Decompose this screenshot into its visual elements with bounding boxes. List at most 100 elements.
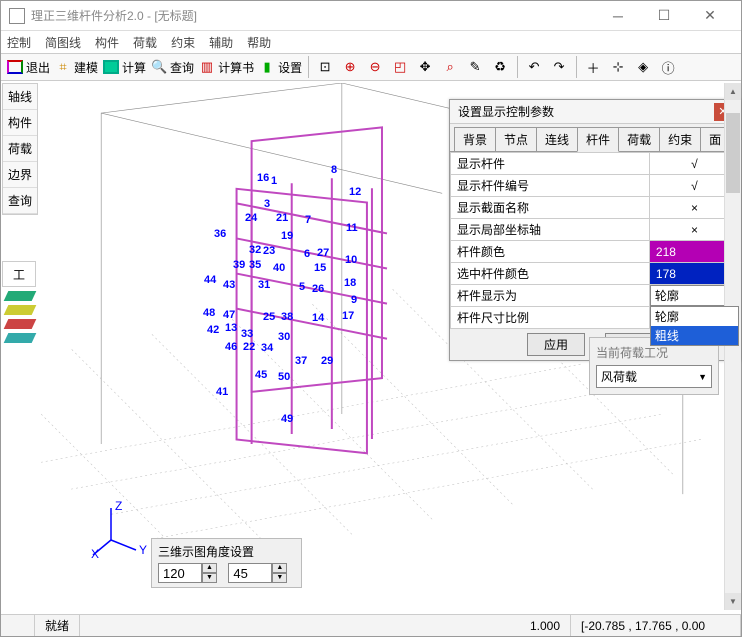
angle-a-spinner[interactable]: ▲▼ bbox=[158, 563, 217, 583]
apply-button[interactable]: 应用 bbox=[527, 333, 585, 356]
settings-button[interactable]: ▮设置 bbox=[256, 55, 303, 79]
display-settings-panel: 设置显示控制参数 ✕ 背景 节点 连线 杆件 荷载 约束 面 显示杆件√ 显示杆… bbox=[449, 99, 741, 361]
exit-button[interactable]: 退出 bbox=[4, 55, 51, 79]
shape-green-icon[interactable] bbox=[4, 291, 37, 301]
shape-red-icon[interactable] bbox=[4, 319, 37, 329]
zoom-in-icon[interactable]: ⊕ bbox=[338, 55, 362, 79]
calc-button[interactable]: 计算 bbox=[100, 55, 147, 79]
node-label: 41 bbox=[216, 386, 228, 398]
node-label: 19 bbox=[281, 230, 293, 242]
status-bar: 就绪 1.000 [-20.785 , 17.765 , 0.00 bbox=[1, 614, 741, 636]
node-label: 34 bbox=[261, 342, 273, 354]
shape-yellow-icon[interactable] bbox=[4, 305, 37, 315]
tab-node[interactable]: 节点 bbox=[495, 127, 537, 151]
node-label: 40 bbox=[273, 262, 285, 274]
maximize-button[interactable]: ☐ bbox=[641, 2, 687, 30]
scroll-down-icon[interactable]: ▼ bbox=[725, 593, 741, 610]
zoom-fit-icon[interactable]: ⌕ bbox=[438, 55, 462, 79]
node-label: 10 bbox=[345, 254, 357, 266]
app-icon bbox=[9, 8, 25, 24]
menu-constraint[interactable]: 约束 bbox=[171, 34, 195, 51]
angle-b-input[interactable] bbox=[228, 563, 272, 583]
scroll-thumb[interactable] bbox=[726, 113, 740, 193]
pan-icon[interactable]: ✥ bbox=[413, 55, 437, 79]
node-label: 47 bbox=[223, 309, 235, 321]
view-icon[interactable]: ◈ bbox=[631, 55, 655, 79]
node-label: 48 bbox=[203, 307, 215, 319]
shape-teal-icon[interactable] bbox=[4, 333, 37, 343]
info-icon[interactable]: ⓘ bbox=[656, 55, 680, 79]
node-label: 24 bbox=[245, 212, 257, 224]
row-show-localaxis-label: 显示局部坐标轴 bbox=[451, 219, 650, 241]
menu-sketch[interactable]: 简图线 bbox=[45, 34, 81, 51]
menu-member[interactable]: 构件 bbox=[95, 34, 119, 51]
row-show-member-label: 显示杆件 bbox=[451, 153, 650, 175]
sidetab-member[interactable]: 构件 bbox=[3, 110, 37, 136]
dropdown-option-outline[interactable]: 轮廓 bbox=[651, 307, 738, 326]
query-button[interactable]: 🔍查询 bbox=[148, 55, 195, 79]
sidetab-axis[interactable]: 轴线 bbox=[3, 84, 37, 110]
tab-constraint[interactable]: 约束 bbox=[659, 127, 701, 151]
angle-b-spinner[interactable]: ▲▼ bbox=[228, 563, 287, 583]
spin-down-icon[interactable]: ▼ bbox=[272, 573, 287, 583]
zoom-window-icon[interactable]: ◰ bbox=[388, 55, 412, 79]
node-label: 32 bbox=[249, 244, 261, 256]
status-coords: [-20.785 , 17.765 , 0.00 bbox=[571, 615, 741, 636]
section-i-icon[interactable]: 工 bbox=[2, 261, 36, 287]
tab-line[interactable]: 连线 bbox=[536, 127, 578, 151]
node-label: 3 bbox=[264, 198, 270, 210]
loadcase-label: 当前荷载工况 bbox=[596, 344, 712, 361]
row-member-color-label: 杆件颜色 bbox=[451, 241, 650, 263]
node-label: 42 bbox=[207, 324, 219, 336]
node-label: 17 bbox=[342, 310, 354, 322]
zoom-extent-icon[interactable]: ⊡ bbox=[313, 55, 337, 79]
node-label: 36 bbox=[214, 228, 226, 240]
node-label: 6 bbox=[304, 248, 310, 260]
row-show-number-label: 显示杆件编号 bbox=[451, 175, 650, 197]
node-label: 11 bbox=[346, 222, 358, 234]
refresh-icon[interactable]: ♻ bbox=[488, 55, 512, 79]
node-label: 50 bbox=[278, 371, 290, 383]
undo-icon[interactable]: ↶ bbox=[522, 55, 546, 79]
menu-aux[interactable]: 辅助 bbox=[209, 34, 233, 51]
sidetab-load[interactable]: 荷载 bbox=[3, 136, 37, 162]
zoom-out-icon[interactable]: ⊖ bbox=[363, 55, 387, 79]
tab-background[interactable]: 背景 bbox=[454, 127, 496, 151]
tab-load[interactable]: 荷载 bbox=[618, 127, 660, 151]
node-label: 37 bbox=[295, 355, 307, 367]
node-label: 21 bbox=[276, 212, 288, 224]
node-label: 29 bbox=[321, 355, 333, 367]
menu-help[interactable]: 帮助 bbox=[247, 34, 271, 51]
loadcase-select[interactable]: 风荷载▼ bbox=[596, 365, 712, 388]
scroll-up-icon[interactable]: ▲ bbox=[725, 83, 741, 100]
menu-control[interactable]: 控制 bbox=[7, 34, 31, 51]
spin-down-icon[interactable]: ▼ bbox=[202, 573, 217, 583]
node-label: 7 bbox=[305, 214, 311, 226]
sidetab-boundary[interactable]: 边界 bbox=[3, 162, 37, 188]
redo-icon[interactable]: ↷ bbox=[547, 55, 571, 79]
vertical-scrollbar[interactable]: ▲ ▼ bbox=[724, 83, 741, 610]
snap-icon[interactable]: ⊹ bbox=[606, 55, 630, 79]
row-selected-color-label: 选中杆件颜色 bbox=[451, 263, 650, 285]
node-label: 22 bbox=[243, 341, 255, 353]
minimize-button[interactable]: ─ bbox=[595, 2, 641, 30]
row-show-section-label: 显示截面名称 bbox=[451, 197, 650, 219]
angle-label: 三维示图角度设置 bbox=[158, 543, 295, 560]
report-button[interactable]: ▥计算书 bbox=[196, 55, 255, 79]
window-title: 理正三维杆件分析2.0 - [无标题] bbox=[31, 7, 595, 24]
node-label: 14 bbox=[312, 312, 324, 324]
model-button[interactable]: ⌗建模 bbox=[52, 55, 99, 79]
close-button[interactable]: ✕ bbox=[687, 2, 733, 30]
dropdown-option-thick[interactable]: 粗线 bbox=[651, 326, 738, 345]
edit-icon[interactable]: ✎ bbox=[463, 55, 487, 79]
spin-up-icon[interactable]: ▲ bbox=[202, 563, 217, 573]
node-label: 31 bbox=[258, 279, 270, 291]
row-display-as-label: 杆件显示为 bbox=[451, 285, 650, 307]
node-label: 23 bbox=[263, 245, 275, 257]
angle-a-input[interactable] bbox=[158, 563, 202, 583]
menu-load[interactable]: 荷载 bbox=[133, 34, 157, 51]
spin-up-icon[interactable]: ▲ bbox=[272, 563, 287, 573]
add-icon[interactable]: ＋ bbox=[581, 55, 605, 79]
sidetab-query[interactable]: 查询 bbox=[3, 188, 37, 214]
tab-member[interactable]: 杆件 bbox=[577, 127, 619, 152]
